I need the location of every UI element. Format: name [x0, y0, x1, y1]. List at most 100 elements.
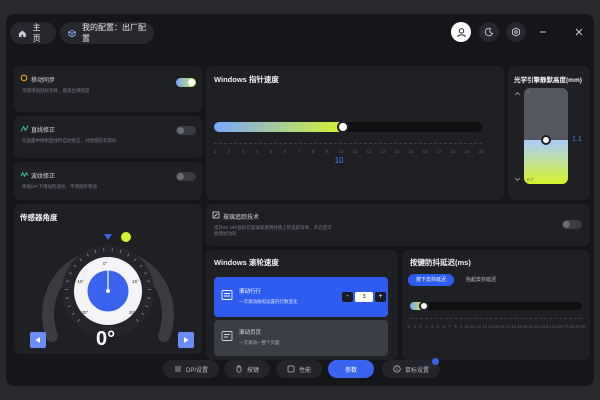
- lod-top-label: 2: [527, 90, 530, 95]
- pointer-speed-slider[interactable]: [214, 121, 482, 133]
- pointer-speed-tick-17: 18: [450, 149, 456, 154]
- gauge-tick: [147, 297, 151, 299]
- pointer-speed-tick-6: 7: [297, 149, 301, 154]
- pointer-speed-title: Windows 指针速度: [214, 75, 279, 84]
- debounce-release-tab[interactable]: 抬起去抖延迟: [458, 274, 504, 286]
- pointer-speed-tick-1: 2: [227, 149, 231, 154]
- debounce-title: 按键防抖延迟(ms): [410, 258, 471, 267]
- straight-line-desc: 在画面中绘制直线时自动修正，对绘图较有帮助: [22, 138, 117, 143]
- close-icon: [575, 28, 583, 36]
- config-label: 我的配置：出厂配置: [82, 23, 146, 43]
- scroll-line-desc: 一次滚动按照设置的行数变化: [239, 299, 298, 304]
- scroll-page-option[interactable]: 滚动页页 一次滚动一整个页面: [214, 320, 388, 356]
- scroll-speed-title: Windows 滚轮速度: [214, 258, 279, 267]
- pointer-speed-tick-7: 8: [311, 149, 315, 154]
- pointer-speed-tick-15: 16: [422, 149, 428, 154]
- debounce-ruler: [410, 318, 582, 323]
- pointer-speed-tick-4: 5: [269, 149, 273, 154]
- performance-icon: [287, 365, 295, 373]
- minimize-button[interactable]: [533, 22, 553, 42]
- pointer-speed-card: Windows 指针速度 1 2 3 4 5 6 7 8 9 10 11 12 13 14 15 16 17 18…: [206, 66, 504, 200]
- ripple-card: 波纹修正 降低DPI下增加的波纹，平滑指针移动: [14, 162, 202, 200]
- angle-label-0: 0°: [103, 261, 108, 266]
- angle-decrease-button[interactable]: [30, 332, 46, 348]
- tab-buttons[interactable]: 按键: [224, 360, 270, 378]
- debounce-press-tab[interactable]: 按下去抖延迟: [408, 274, 454, 286]
- tab-parameters-label: 参数: [344, 367, 357, 374]
- glass-icon: [212, 211, 220, 219]
- tab-performance[interactable]: 性能: [276, 360, 322, 378]
- debounce-tick-30: 30: [580, 324, 586, 329]
- moon-icon: [484, 27, 494, 37]
- scroll-speed-card: Windows 滚轮速度 滚动行行 一次滚动按照设置的行数变化 - 3 + 滚动…: [206, 250, 398, 360]
- tab-dpi[interactable]: DPI设置: [163, 360, 219, 378]
- lod-bottom-label: 0.7: [527, 177, 534, 182]
- circle-icon: [20, 74, 28, 82]
- home-label: 主页: [32, 23, 41, 43]
- pointer-speed-knob[interactable]: [336, 121, 349, 133]
- gear-icon: [512, 27, 520, 37]
- tab-dpi-label: DPI设置: [185, 367, 208, 374]
- ripple-desc: 降低DPI下增加的波纹，平滑指针移动: [22, 184, 98, 189]
- pointer-speed-tick-19: 20: [478, 149, 484, 154]
- pointer-speed-tick-11: 12: [366, 149, 372, 154]
- config-selector[interactable]: 我的配置：出厂配置: [60, 22, 154, 44]
- debounce-knob[interactable]: [418, 301, 429, 311]
- pointer-speed-tick-18: 19: [464, 149, 470, 154]
- sensor-angle-card: 传感器角度 0° -15° 15° -30° 30° 0°: [14, 204, 202, 354]
- triangle-right-icon: [184, 337, 189, 343]
- scroll-line-option[interactable]: 滚动行行 一次滚动按照设置的行数变化 - 3 +: [214, 277, 388, 317]
- list-icon: [221, 290, 233, 300]
- glass-tracking-desc: 提升8K DPI鼠标在玻璃等透明材质上的追踪效果，开启后可能增加功耗: [214, 225, 332, 236]
- tab-performance-label: 性能: [298, 367, 311, 374]
- tab-buttons-label: 按键: [246, 367, 259, 374]
- angle-label-neg15: -15°: [76, 279, 85, 284]
- angle-label-neg30: -30°: [80, 310, 89, 315]
- chevron-up-icon[interactable]: [514, 90, 521, 97]
- home-button[interactable]: 主页: [10, 22, 56, 44]
- theme-button[interactable]: [479, 22, 499, 42]
- settings-button[interactable]: [506, 22, 526, 42]
- user-button[interactable]: [451, 22, 471, 42]
- scroll-lines-input[interactable]: 3: [355, 292, 373, 302]
- angle-increase-button[interactable]: [178, 332, 194, 348]
- pointer-speed-tick-9: 10: [338, 149, 344, 154]
- pointer-speed-ticks: 1 2 3 4 5 6 7 8 9 10 11 12 13 14 15 16 17 18 19 20: [210, 149, 486, 154]
- glass-tracking-title: 玻璃追踪技术: [223, 215, 260, 221]
- glass-tracking-card: 玻璃追踪技术 提升8K DPI鼠标在玻璃等透明材质上的追踪效果，开启后可能增加功…: [206, 204, 590, 246]
- pointer-speed-tick-0: 1: [213, 149, 217, 154]
- motion-sync-toggle[interactable]: [176, 78, 196, 87]
- info-icon: [393, 365, 401, 373]
- scroll-line-title: 滚动行行: [239, 289, 262, 295]
- pointer-speed-tick-2: 3: [241, 149, 245, 154]
- debounce-ticks: 0 1 2 3 4 5 6 7 8 9 10 11 12 13 14 15 16 17 18 19 20 21 22 23 24…: [406, 324, 586, 329]
- ripple-toggle[interactable]: [176, 172, 196, 181]
- app-window: 主页 我的配置：出厂配置 移动同步 可能增加鼠标功耗，提高丝滑程度 直线修正 在…: [6, 14, 594, 386]
- lod-card: 光学引擎静默高度(mm) 2 0.7 1.1: [508, 66, 590, 200]
- ripple-icon: [20, 171, 29, 178]
- scroll-lines-increase[interactable]: +: [375, 292, 386, 302]
- motion-sync-card: 移动同步 可能增加鼠标功耗，提高丝滑程度: [14, 66, 202, 112]
- chevron-down-icon[interactable]: [514, 176, 521, 183]
- pointer-speed-tick-13: 14: [394, 149, 400, 154]
- pointer-speed-tick-10: 11: [352, 149, 358, 154]
- tab-parameters[interactable]: 参数: [328, 360, 374, 378]
- straight-line-toggle[interactable]: [176, 126, 196, 135]
- scroll-lines-decrease[interactable]: -: [342, 292, 353, 302]
- gauge-tick: [65, 297, 69, 299]
- straight-line-card: 直线修正 在画面中绘制直线时自动修正，对绘图较有帮助: [14, 116, 202, 158]
- scroll-page-title: 滚动页页: [239, 330, 262, 336]
- user-icon: [456, 27, 466, 37]
- glass-tracking-toggle[interactable]: [562, 220, 582, 229]
- straight-line-title: 直线修正: [31, 128, 56, 134]
- pointer-speed-tick-12: 13: [380, 149, 386, 154]
- pointer-speed-tick-3: 4: [255, 149, 259, 154]
- mouse-icon: [236, 365, 242, 373]
- debounce-slider[interactable]: [410, 301, 582, 311]
- ripple-title: 波纹修正: [31, 174, 56, 180]
- pointer-speed-value: 10: [334, 156, 344, 165]
- pointer-speed-tick-8: 9: [325, 149, 329, 154]
- lod-value: 1.1: [572, 136, 582, 144]
- close-button[interactable]: [569, 22, 589, 42]
- title-bar: 主页 我的配置：出厂配置: [6, 14, 594, 52]
